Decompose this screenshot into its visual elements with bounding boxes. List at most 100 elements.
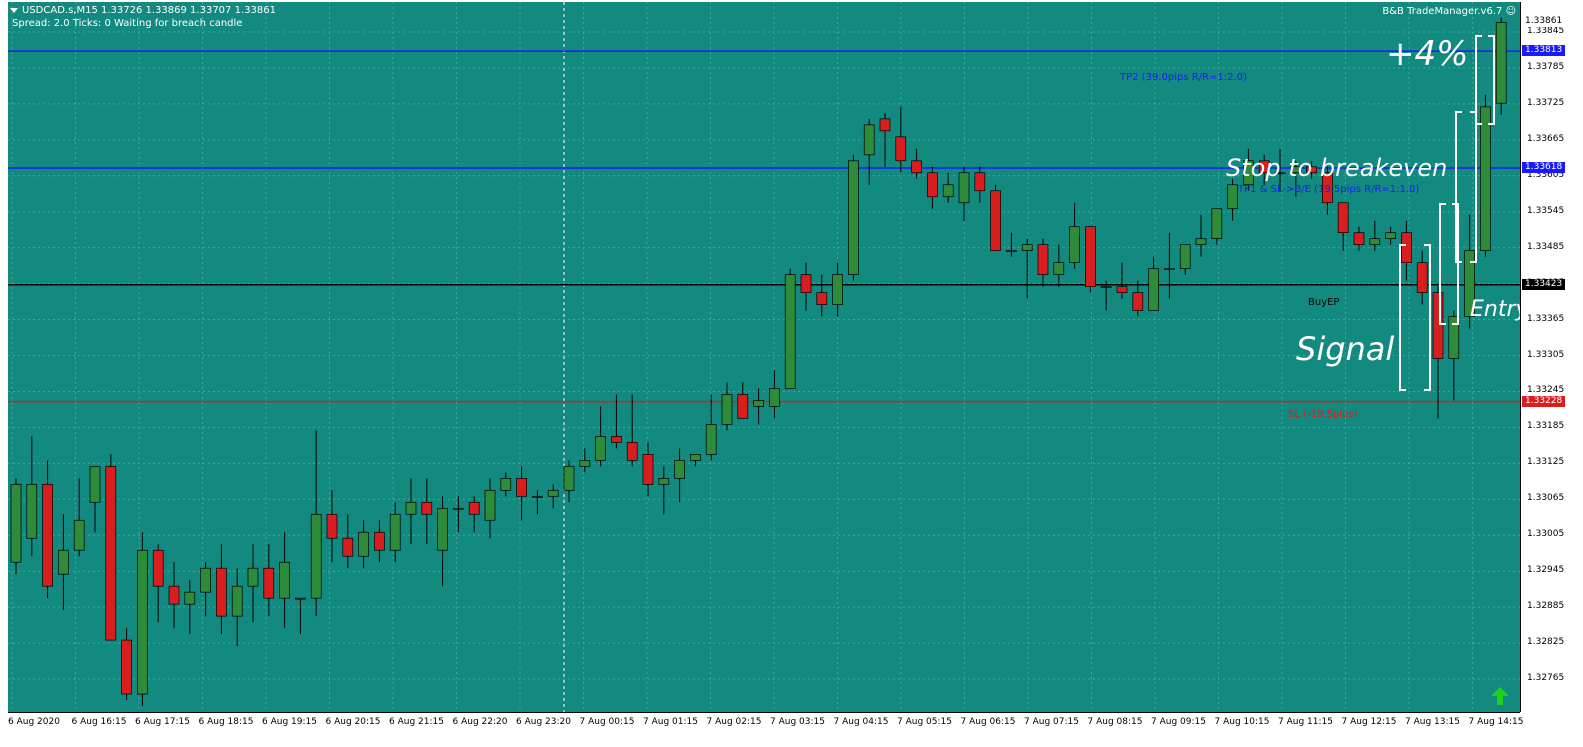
candle-body[interactable] [690, 454, 701, 461]
candle-body[interactable] [532, 495, 543, 498]
candle-body[interactable] [73, 519, 85, 551]
candle-body[interactable] [1116, 286, 1128, 293]
candle-body[interactable] [1369, 238, 1381, 246]
candle-body[interactable] [421, 501, 433, 515]
candle-body[interactable] [326, 513, 338, 539]
candle-body[interactable] [737, 394, 749, 419]
candle-body[interactable] [42, 483, 53, 587]
candle-body[interactable] [437, 507, 448, 551]
price-chart[interactable]: USDCAD.s,M15 1.33726 1.33869 1.33707 1.3… [8, 2, 1520, 712]
candle-body[interactable] [1401, 232, 1412, 263]
price-tick-label: 1.33185 [1527, 421, 1565, 432]
candle-body[interactable] [942, 184, 954, 198]
candle-body[interactable] [990, 190, 1001, 251]
candlestick-plot[interactable] [8, 2, 1520, 712]
candle-body[interactable] [358, 531, 369, 557]
candle-body[interactable] [642, 454, 654, 485]
candle-body[interactable] [216, 567, 227, 617]
candle-body[interactable] [1132, 292, 1144, 311]
candle-body[interactable] [263, 567, 275, 599]
candle-body[interactable] [927, 172, 938, 198]
candle-body[interactable] [374, 531, 385, 551]
candle-body[interactable] [1480, 106, 1491, 251]
candle-body[interactable] [674, 460, 685, 479]
entry-price-tag: 1.33423 [1522, 278, 1566, 290]
time-tick-label: 7 Aug 10:15 [1214, 717, 1270, 727]
price-tick-label: 1.33845 [1527, 25, 1565, 36]
candle-body[interactable] [1337, 202, 1349, 234]
candle-body[interactable] [879, 118, 891, 132]
candle-body[interactable] [1227, 184, 1238, 210]
candle-body[interactable] [1416, 262, 1428, 293]
candle-body[interactable] [231, 585, 243, 617]
candle-body[interactable] [1164, 268, 1175, 270]
time-axis[interactable]: 6 Aug 2020 6 Aug 16:15 6 Aug 17:15 6 Aug 18… [8, 712, 1523, 737]
candle-body[interactable] [247, 567, 259, 587]
candle-body[interactable] [784, 274, 796, 389]
candle-body[interactable] [279, 561, 290, 599]
candle-body[interactable] [342, 537, 354, 557]
bottom-scrollbar[interactable] [0, 736, 1583, 747]
candle-body[interactable] [848, 160, 859, 275]
candle-body[interactable] [1495, 22, 1507, 104]
candle-body[interactable] [1148, 268, 1159, 311]
candle-body[interactable] [26, 483, 38, 539]
candle-body[interactable] [152, 549, 164, 587]
candle-body[interactable] [832, 274, 843, 305]
candle-body[interactable] [547, 489, 559, 497]
candle-body[interactable] [10, 483, 22, 563]
candle-body[interactable] [863, 124, 875, 156]
candle-body[interactable] [611, 436, 622, 443]
candle-body[interactable] [1037, 244, 1049, 275]
candle-body[interactable] [721, 394, 733, 425]
price-tick-label: 1.33305 [1527, 349, 1565, 360]
candle-body[interactable] [310, 513, 322, 599]
candle-body[interactable] [769, 388, 780, 407]
candle-body[interactable] [974, 172, 986, 192]
time-tick-label: 7 Aug 01:15 [643, 717, 698, 727]
candle-body[interactable] [1179, 244, 1191, 269]
candle-body[interactable] [1053, 262, 1065, 275]
candle-body[interactable] [405, 501, 417, 515]
candle-body[interactable] [516, 477, 527, 497]
candle-body[interactable] [295, 597, 306, 600]
candle-body[interactable] [911, 160, 922, 174]
candle-body[interactable] [1353, 232, 1365, 246]
candle-body[interactable] [816, 292, 828, 305]
candle-body[interactable] [1100, 286, 1112, 288]
collapse-triangle-icon[interactable] [10, 7, 18, 13]
candle-body[interactable] [1195, 238, 1207, 246]
candle-body[interactable] [1006, 250, 1017, 252]
candle-body[interactable] [453, 507, 464, 510]
candle-body[interactable] [58, 549, 69, 575]
candle-body[interactable] [626, 442, 638, 461]
candle-body[interactable] [121, 639, 132, 695]
candle-body[interactable] [184, 591, 196, 605]
candle-body[interactable] [895, 136, 907, 162]
candle-body[interactable] [1432, 292, 1444, 359]
candle-body[interactable] [1385, 232, 1396, 240]
candle-body[interactable] [137, 549, 148, 695]
candle-body[interactable] [89, 465, 101, 503]
candle-body[interactable] [705, 424, 717, 455]
candle-body[interactable] [484, 489, 496, 521]
candle-body[interactable] [753, 400, 764, 407]
up-arrow-icon[interactable] [1490, 686, 1510, 706]
candle-body[interactable] [389, 513, 401, 551]
price-axis[interactable]: 1.33845 1.33785 1.33725 1.33665 1.33605 1.335… [1520, 2, 1583, 712]
candle-body[interactable] [200, 567, 211, 593]
candle-body[interactable] [800, 274, 812, 293]
candle-body[interactable] [658, 477, 670, 485]
candle-body[interactable] [1021, 244, 1033, 251]
candle-body[interactable] [168, 585, 180, 605]
candle-body[interactable] [500, 477, 512, 491]
candle-body[interactable] [958, 172, 970, 204]
candle-body[interactable] [595, 436, 606, 461]
candle-body[interactable] [563, 465, 575, 491]
candle-body[interactable] [579, 460, 591, 467]
candle-body[interactable] [1085, 226, 1096, 287]
candle-body[interactable] [1211, 208, 1223, 240]
candle-body[interactable] [105, 465, 117, 641]
candle-body[interactable] [1069, 226, 1080, 263]
candle-body[interactable] [468, 501, 480, 515]
